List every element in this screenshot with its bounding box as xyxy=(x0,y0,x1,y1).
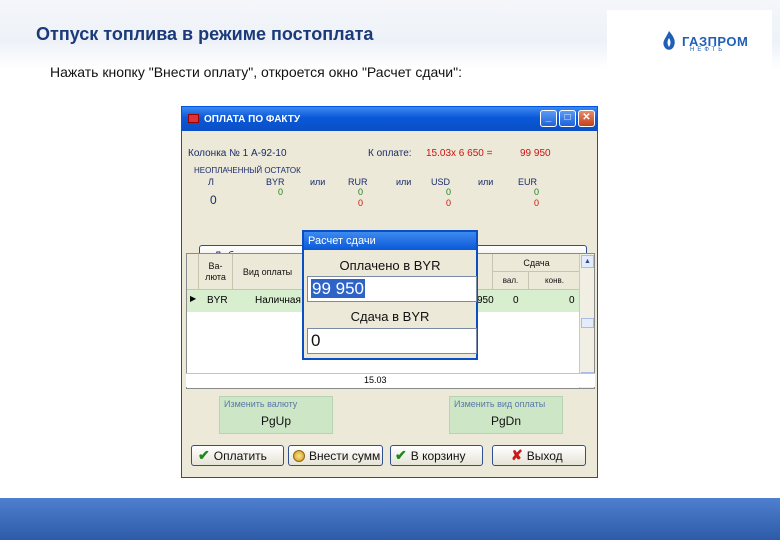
slide-title: Отпуск топлива в режиме постоплата xyxy=(36,24,374,44)
logo-subtext: НЕФТЬ xyxy=(690,47,726,53)
total-liters: 15.03 xyxy=(364,375,387,385)
row-change-val: 0 xyxy=(513,295,519,306)
check-icon: ✔ xyxy=(198,447,210,463)
window-titlebar[interactable]: ОПЛАТА ПО ФАКТУ _ □ ✕ xyxy=(182,107,597,131)
currency-value-secondary: 0 xyxy=(446,198,452,208)
currency-code: USD xyxy=(431,177,451,187)
column-label: Колонка № 1 А-92-10 xyxy=(188,148,287,159)
hint-key: PgDn xyxy=(490,414,522,428)
row-change-conv: 0 xyxy=(569,295,575,306)
currency-code: EUR xyxy=(518,177,538,187)
currency-value: 0 xyxy=(278,187,284,197)
or-label: или xyxy=(310,177,326,187)
currency-code: BYR xyxy=(266,177,285,187)
currency-value: 0 xyxy=(446,187,452,197)
add-sum-button-label: Внести сумм xyxy=(309,448,381,463)
to-pay-formula: 15.03х 6 650 = xyxy=(426,148,493,159)
row-pointer-icon: ▶ xyxy=(190,294,197,303)
currency-value: 0 xyxy=(358,187,364,197)
add-sum-button[interactable]: Внести сумм xyxy=(288,445,383,466)
flame-icon xyxy=(663,31,675,50)
totals-row: 15.03 xyxy=(186,373,595,387)
cart-button-label: В корзину xyxy=(410,448,466,463)
scroll-thumb[interactable] xyxy=(581,318,594,328)
currency-value-secondary: 0 xyxy=(534,198,540,208)
or-label: или xyxy=(478,177,494,187)
liters-value: 0 xyxy=(210,193,217,207)
scroll-up-icon[interactable]: ▲ xyxy=(581,255,594,268)
change-amount-field: 0 xyxy=(307,328,477,354)
change-currency-hint: Изменить валюту PgUp xyxy=(219,396,333,434)
liters-label: Л xyxy=(208,177,214,187)
exit-button-label: Выход xyxy=(526,448,563,463)
grid-scrollbar[interactable]: ▲ ▼ xyxy=(579,254,594,388)
change-payment-type-hint: Изменить вид оплаты PgDn xyxy=(449,396,563,434)
row-indicator-header xyxy=(187,254,199,290)
change-val-header: вал. xyxy=(493,272,529,290)
or-label: или xyxy=(396,177,412,187)
check-icon: ✔ xyxy=(395,447,407,463)
currency-value: 0 xyxy=(534,187,540,197)
dialog-title[interactable]: Расчет сдачи xyxy=(304,232,476,250)
paid-amount-value: 99 950 xyxy=(311,279,365,298)
hint-key: PgUp xyxy=(260,414,292,428)
app-icon xyxy=(188,114,199,123)
coin-icon xyxy=(293,449,305,462)
pay-button-label: Оплатить xyxy=(213,448,267,463)
paid-label: Оплачено в BYR xyxy=(307,255,473,276)
maximize-button[interactable]: □ xyxy=(559,110,576,127)
change-column-header: Сдача xyxy=(493,254,581,272)
to-pay-label: К оплате: xyxy=(368,148,412,159)
close-button[interactable]: ✕ xyxy=(578,110,595,127)
minimize-button[interactable]: _ xyxy=(540,110,557,127)
window-title: ОПЛАТА ПО ФАКТУ xyxy=(204,113,301,125)
currency-column-header: Ва- люта xyxy=(199,254,233,290)
change-dialog: Расчет сдачи Оплачено в BYR 99 950 Сдача… xyxy=(302,230,478,360)
hint-title: Изменить валюту xyxy=(224,399,298,409)
x-icon: ✘ xyxy=(511,447,523,463)
cart-button[interactable]: ✔ В корзину xyxy=(390,445,483,466)
payment-type-column-header: Вид оплаты xyxy=(233,254,303,290)
to-pay-value: 99 950 xyxy=(520,148,551,159)
row-currency: BYR xyxy=(207,295,228,306)
row-payment-type: Наличная xyxy=(255,295,301,306)
paid-amount-input[interactable]: 99 950 xyxy=(307,276,477,302)
instruction-text: Нажать кнопку "Внести оплату", откроется… xyxy=(50,64,462,80)
change-label: Сдача в BYR xyxy=(307,306,473,327)
unpaid-label: НЕОПЛАЧЕННЫЙ ОСТАТОК xyxy=(194,166,301,175)
change-conv-header: конв. xyxy=(529,272,581,290)
currency-value-secondary: 0 xyxy=(358,198,364,208)
pay-button[interactable]: ✔ Оплатить xyxy=(191,445,284,466)
currency-code: RUR xyxy=(348,177,368,187)
row-amount: 950 xyxy=(477,295,494,306)
hint-title: Изменить вид оплаты xyxy=(454,399,546,409)
footer-band xyxy=(0,498,780,540)
exit-button[interactable]: ✘ Выход xyxy=(492,445,586,466)
